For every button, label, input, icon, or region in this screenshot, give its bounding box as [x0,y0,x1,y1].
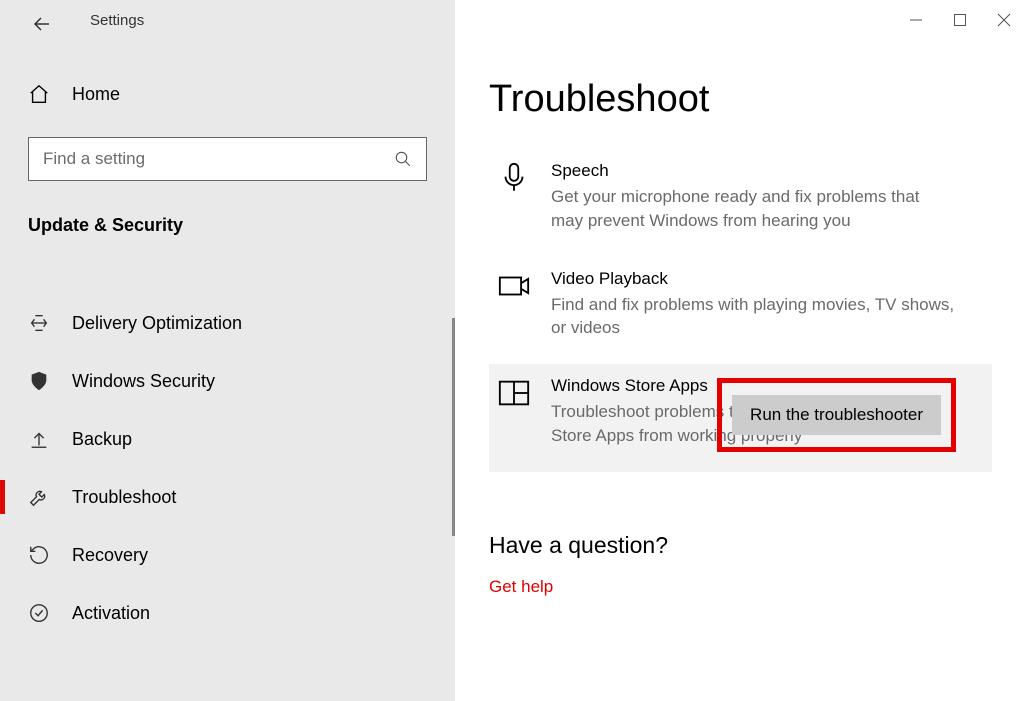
troubleshoot-item-desc: Find and fix problems with playing movie… [551,293,956,341]
highlight-box: Run the troubleshooter [717,378,956,452]
search-placeholder: Find a setting [43,149,145,169]
troubleshoot-item-title: Video Playback [551,269,956,289]
sidebar-item-delivery-optimization[interactable]: Delivery Optimization [0,294,455,352]
video-icon [497,269,531,303]
sidebar-item-windows-security[interactable]: Windows Security [0,352,455,410]
troubleshoot-item-windows-store-apps[interactable]: Windows Store Apps Troubleshoot problems… [489,364,992,472]
troubleshoot-item-video-playback[interactable]: Video Playback Find and fix problems wit… [489,257,992,353]
shield-icon [28,370,50,392]
sidebar: Settings Home Find a setting Update & Se… [0,0,455,701]
sidebar-item-label: Troubleshoot [72,487,176,508]
sidebar-home[interactable]: Home [28,83,455,105]
home-icon [28,83,50,105]
troubleshoot-item-speech[interactable]: Speech Get your microphone ready and fix… [489,149,992,245]
backup-icon [28,428,50,450]
sidebar-item-activation[interactable]: Activation [0,584,455,642]
sidebar-item-label: Windows Security [72,371,215,392]
troubleshoot-item-title: Speech [551,161,956,181]
home-label: Home [72,84,120,105]
delivery-optimization-icon [28,312,50,334]
minimize-button[interactable] [908,12,924,28]
app-title: Settings [90,12,144,29]
sidebar-item-backup[interactable]: Backup [0,410,455,468]
main-content: Troubleshoot Speech Get your microphone … [455,0,1024,701]
back-button[interactable] [30,12,54,36]
search-icon [394,150,412,168]
sidebar-item-troubleshoot[interactable]: Troubleshoot [0,468,455,526]
nav-list: Delivery Optimization Windows Security B… [0,294,455,642]
microphone-icon [497,161,531,195]
sidebar-item-recovery[interactable]: Recovery [0,526,455,584]
page-title: Troubleshoot [489,78,1024,121]
sidebar-item-label: Activation [72,603,150,624]
recovery-icon [28,544,50,566]
store-apps-icon [497,376,531,410]
main-scrollbar[interactable] [1006,0,1024,701]
activation-icon [28,602,50,624]
question-heading: Have a question? [489,532,1024,559]
window-controls [908,12,1012,28]
sidebar-item-label: Delivery Optimization [72,313,242,334]
maximize-button[interactable] [952,12,968,28]
category-title: Update & Security [28,215,455,236]
search-input[interactable]: Find a setting [28,137,427,181]
sidebar-item-label: Recovery [72,545,148,566]
run-troubleshooter-button[interactable]: Run the troubleshooter [732,395,941,435]
sidebar-item-label: Backup [72,429,132,450]
wrench-icon [28,486,50,508]
troubleshoot-item-desc: Get your microphone ready and fix proble… [551,185,956,233]
get-help-link[interactable]: Get help [489,577,1024,597]
